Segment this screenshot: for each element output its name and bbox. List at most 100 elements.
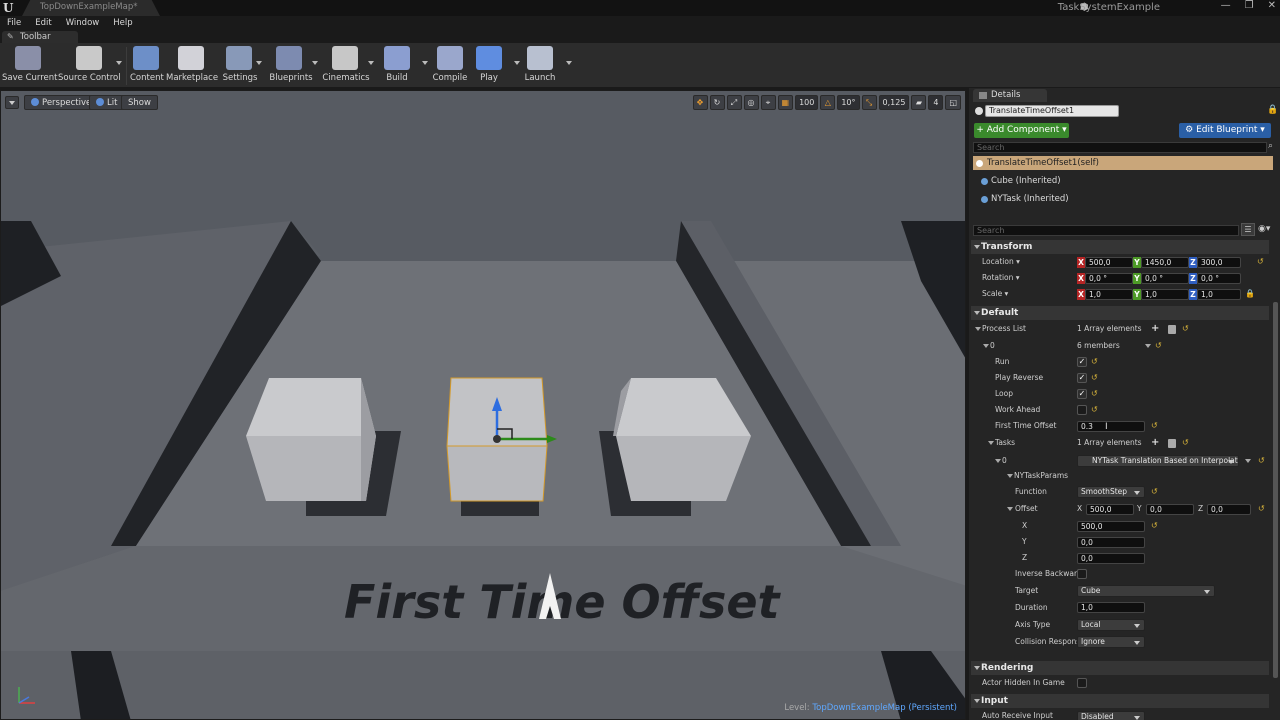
grid-snap-icon[interactable]: ▦ [777, 95, 794, 110]
cinematics-dropdown-icon[interactable] [368, 61, 374, 65]
scale-z-field[interactable]: 1,0 [1197, 289, 1241, 300]
location-label[interactable]: Location ▾ [982, 256, 1020, 268]
actor-hidden-checkbox[interactable] [1077, 678, 1087, 688]
element0-reset-icon[interactable]: ↺ [1155, 342, 1163, 350]
first-time-offset-field[interactable]: 0.3 [1077, 421, 1145, 432]
scale-y-field[interactable]: 1,0 [1141, 289, 1189, 300]
build-dropdown-icon[interactable] [422, 61, 428, 65]
function-reset-icon[interactable]: ↺ [1151, 488, 1159, 496]
add-element-icon[interactable]: + [1151, 324, 1160, 334]
gizmo-center[interactable] [493, 435, 501, 443]
work-ahead-reset-icon[interactable]: ↺ [1091, 406, 1099, 414]
collision-response-select[interactable]: Ignore [1077, 636, 1145, 648]
scale-x-field[interactable]: 1,0 [1085, 289, 1133, 300]
component-cube[interactable]: Cube (Inherited) [973, 174, 1273, 188]
params-expand-icon[interactable] [1007, 474, 1013, 478]
component-nytask[interactable]: NYTask (Inherited) [973, 192, 1273, 206]
settings-button[interactable]: Settings [220, 43, 262, 88]
compile-button[interactable]: Compile [432, 43, 468, 88]
camera-speed-icon[interactable]: ▰ [911, 95, 927, 110]
minimize-icon[interactable]: — [1221, 0, 1231, 11]
add-component-button[interactable]: + Add Component ▾ [974, 123, 1069, 138]
offset-y-sub-field[interactable]: 0,0 [1077, 537, 1145, 548]
tasks-expand-icon[interactable] [988, 441, 994, 445]
task0-expand-icon[interactable] [995, 459, 1001, 463]
scene-render[interactable]: First Time Offset [1, 91, 966, 720]
rotation-snap-icon[interactable]: △ [820, 95, 836, 110]
surface-snap-icon[interactable]: ⌖ [760, 95, 776, 110]
save-current-button[interactable]: Save Current [2, 43, 58, 88]
loop-reset-icon[interactable]: ↺ [1091, 390, 1099, 398]
default-category[interactable]: Default [971, 306, 1269, 320]
run-reset-icon[interactable]: ↺ [1091, 358, 1099, 366]
run-checkbox[interactable]: ✓ [1077, 357, 1087, 367]
content-button[interactable]: Content [130, 43, 164, 88]
work-ahead-checkbox[interactable] [1077, 405, 1087, 415]
lit-button[interactable]: Lit [89, 95, 125, 110]
menu-window[interactable]: Window [66, 16, 100, 30]
list-view-icon[interactable]: ☰ [1241, 223, 1255, 236]
document-tab[interactable]: TopDownExampleMap* [22, 0, 160, 16]
inverse-backward-checkbox[interactable] [1077, 569, 1087, 579]
element0-expand-icon[interactable] [983, 344, 989, 348]
play-reverse-checkbox[interactable]: ✓ [1077, 373, 1087, 383]
edit-blueprint-button[interactable]: ⚙ Edit Blueprint ▾ [1179, 123, 1271, 138]
blueprints-button[interactable]: Blueprints [268, 43, 318, 88]
location-z-field[interactable]: 300,0 [1197, 257, 1241, 268]
task0-reset-icon[interactable]: ↺ [1258, 457, 1266, 465]
build-button[interactable]: Build [382, 43, 428, 88]
maximize-viewport-icon[interactable]: ◱ [945, 95, 961, 110]
scale-lock-icon[interactable]: 🔒 [1245, 289, 1255, 299]
component-search-input[interactable]: Search [973, 142, 1267, 153]
world-icon[interactable]: ◎ [743, 95, 759, 110]
play-dropdown-icon[interactable] [514, 61, 520, 65]
offset-x-sub-field[interactable]: 500,0 [1077, 521, 1145, 532]
scale-icon[interactable]: ⤢ [726, 95, 742, 110]
delete-tasks-icon[interactable] [1168, 439, 1176, 448]
show-button[interactable]: Show [121, 95, 158, 110]
loop-checkbox[interactable]: ✓ [1077, 389, 1087, 399]
maximize-icon[interactable]: ❐ [1245, 0, 1254, 11]
duration-field[interactable]: 1,0 [1077, 602, 1145, 613]
rotate-icon[interactable]: ↻ [709, 95, 725, 110]
offset-x-field[interactable]: 500,0 [1086, 504, 1134, 515]
auto-receive-input-select[interactable]: Disabled [1077, 711, 1145, 720]
transform-category[interactable]: Transform [971, 240, 1269, 254]
perspective-button[interactable]: Perspective [24, 95, 99, 110]
offset-expand-icon[interactable] [1007, 507, 1013, 511]
rendering-category[interactable]: Rendering [971, 661, 1269, 675]
lock-icon[interactable]: 🔒 [1267, 105, 1278, 115]
function-select[interactable]: SmoothStep [1077, 486, 1145, 498]
offset-z-sub-field[interactable]: 0,0 [1077, 553, 1145, 564]
rotation-label[interactable]: Rotation ▾ [982, 272, 1020, 284]
settings-dropdown-icon[interactable] [256, 61, 262, 65]
grid-snap-value[interactable]: 100 [795, 95, 819, 110]
offset-y-field[interactable]: 0,0 [1146, 504, 1194, 515]
blueprints-dropdown-icon[interactable] [312, 61, 318, 65]
rotation-z-field[interactable]: 0,0 ° [1197, 273, 1241, 284]
component-self[interactable]: TranslateTimeOffset1(self) [973, 156, 1273, 170]
task0-class-select[interactable]: NYTask Translation Based on Interpolatio… [1077, 455, 1239, 467]
scale-snap-icon[interactable]: ⤡ [861, 95, 877, 110]
view-options-eye-icon[interactable]: ◉▾ [1258, 224, 1274, 235]
process-list-reset-icon[interactable]: ↺ [1182, 325, 1190, 333]
translate-icon[interactable]: ✥ [692, 95, 708, 110]
rotation-x-field[interactable]: 0,0 ° [1085, 273, 1133, 284]
camera-speed-value[interactable]: 4 [928, 95, 944, 110]
source-control-dropdown-icon[interactable] [116, 61, 122, 65]
element0-dropdown-icon[interactable] [1145, 344, 1151, 348]
scale-label[interactable]: Scale ▾ [982, 288, 1008, 300]
viewport-options-button[interactable] [5, 96, 19, 109]
rotation-snap-value[interactable]: 10° [837, 95, 860, 110]
details-search-input[interactable]: Search [973, 225, 1239, 236]
offset-z-field[interactable]: 0,0 [1207, 504, 1251, 515]
play-button[interactable]: Play [474, 43, 520, 88]
details-tab[interactable]: Details [973, 89, 1047, 102]
menu-edit[interactable]: Edit [35, 16, 51, 30]
menu-file[interactable]: File [7, 16, 21, 30]
scale-snap-value[interactable]: 0,125 [878, 95, 910, 110]
play-reverse-reset-icon[interactable]: ↺ [1091, 374, 1099, 382]
menu-help[interactable]: Help [113, 16, 132, 30]
axis-type-select[interactable]: Local [1077, 619, 1145, 631]
actor-name-field[interactable]: TranslateTimeOffset1 [985, 105, 1119, 117]
